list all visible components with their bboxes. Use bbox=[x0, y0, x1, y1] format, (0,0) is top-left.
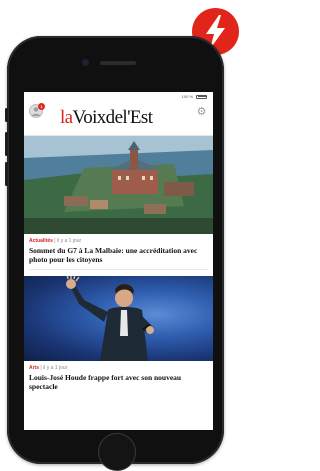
phone-frame: 100 % 1 laVoixdel'Est ⚙ Actualités | il … bbox=[5, 36, 224, 471]
article-card[interactable]: Arts | il y a 1 jour Louis-José Houde fr… bbox=[24, 276, 213, 396]
article-meta: Arts | il y a 1 jour bbox=[29, 365, 208, 371]
article-headline[interactable]: Sommet du G7 à La Malbaie: une accrédita… bbox=[29, 246, 208, 264]
notification-badge: 1 bbox=[38, 103, 45, 110]
article-image bbox=[24, 136, 213, 234]
article-category[interactable]: Arts bbox=[29, 365, 39, 371]
article-headline[interactable]: Louis-José Houde frappe fort avec son no… bbox=[29, 373, 208, 391]
article-text: Arts | il y a 1 jour Louis-José Houde fr… bbox=[24, 361, 213, 396]
brand-logo[interactable]: laVoixdel'Est bbox=[60, 107, 153, 129]
article-time: | il y a 1 jour bbox=[54, 238, 82, 244]
app-header: 1 laVoixdel'Est ⚙ bbox=[24, 101, 213, 136]
article-time: | il y a 1 jour bbox=[40, 365, 68, 371]
article-text: Actualités | il y a 1 jour Sommet du G7 … bbox=[24, 234, 213, 269]
volume-down-button bbox=[5, 162, 8, 186]
article-meta: Actualités | il y a 1 jour bbox=[29, 238, 208, 244]
article-image bbox=[24, 276, 213, 361]
gear-icon[interactable]: ⚙ bbox=[196, 107, 207, 118]
earpiece-speaker bbox=[100, 61, 136, 65]
article-category[interactable]: Actualités bbox=[29, 238, 53, 244]
app-screen: 100 % 1 laVoixdel'Est ⚙ Actualités | il … bbox=[24, 92, 213, 430]
battery-percent: 100 % bbox=[181, 94, 193, 99]
volume-up-button bbox=[5, 132, 8, 156]
article-card[interactable]: Actualités | il y a 1 jour Sommet du G7 … bbox=[24, 136, 213, 269]
divider bbox=[29, 269, 208, 270]
home-button[interactable] bbox=[98, 433, 136, 471]
battery-icon bbox=[196, 94, 207, 99]
status-bar: 100 % bbox=[24, 92, 213, 101]
front-camera bbox=[82, 59, 89, 66]
logo-main: Voixdel'Est bbox=[72, 107, 153, 128]
logo-prefix: la bbox=[60, 107, 73, 128]
mute-switch bbox=[5, 108, 8, 122]
